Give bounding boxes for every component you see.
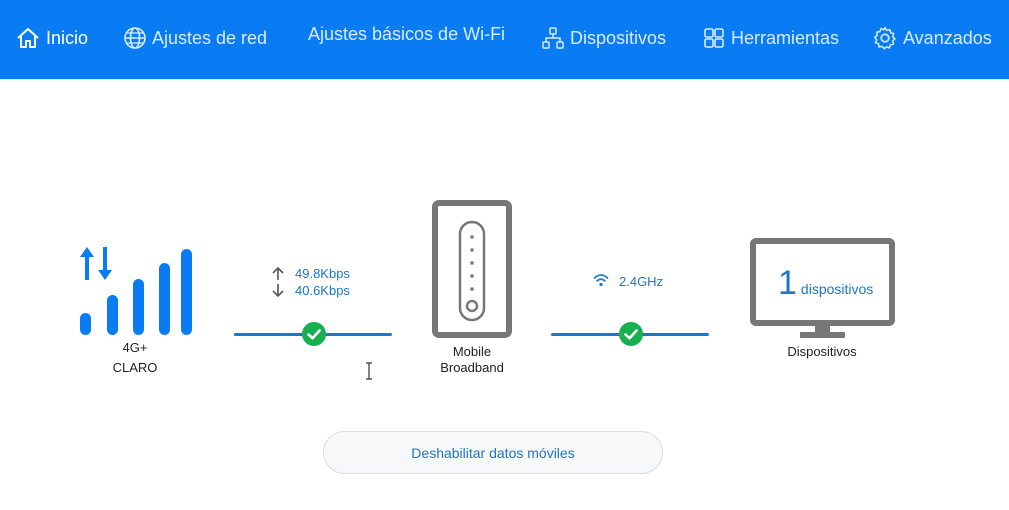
network-topology-icon (542, 27, 564, 49)
nav-wifi-basico-label: Ajustes básicos de Wi-Fi (308, 23, 506, 44)
devices-label: Dispositivos (787, 344, 857, 359)
nav-inicio-label: Inicio (46, 27, 89, 48)
arrow-up-icon (272, 267, 284, 280)
router-icon (432, 200, 512, 338)
wan-status-check (302, 322, 326, 346)
nav-avanzados[interactable]: Avanzados (872, 22, 992, 54)
router-label-line1: Mobile (452, 344, 492, 359)
wifi-band: 2.4GHz (619, 274, 664, 289)
nav-ajustes-red[interactable]: Ajustes de red (123, 22, 267, 54)
top-nav-bar: Inicio Ajustes de red Ajustes básicos de… (0, 0, 1009, 80)
network-type-label: 4G+ (122, 340, 148, 355)
globe-icon (124, 27, 146, 49)
arrow-down-icon (272, 284, 284, 297)
devices-count-unit: dispositivos (800, 281, 874, 297)
check-icon (624, 329, 638, 340)
home-icon (17, 28, 39, 48)
disable-mobile-data-button[interactable]: Deshabilitar datos móviles (323, 431, 663, 474)
nav-wifi-basico[interactable]: Ajustes básicos de Wi-Fi (308, 18, 505, 50)
devices-count: 1 (778, 264, 797, 302)
nav-inicio[interactable]: Inicio (15, 22, 88, 54)
wifi-icon (593, 274, 609, 287)
check-icon (307, 329, 321, 340)
nav-herramientas-label: Herramientas (731, 27, 840, 48)
nav-dispositivos-label: Dispositivos (570, 27, 667, 48)
signal-strength-icon (80, 247, 192, 335)
carrier-label: CLARO (112, 360, 158, 375)
wifi-status-check (619, 322, 643, 346)
upload-rate: 49.8Kbps (295, 266, 350, 281)
text-cursor-icon (366, 362, 372, 380)
gear-icon (873, 26, 896, 50)
nav-ajustes-red-label: Ajustes de red (152, 27, 268, 48)
grid-apps-icon (704, 28, 724, 48)
devices-count-display: 1 dispositivos (778, 264, 873, 303)
download-rate: 40.6Kbps (295, 283, 350, 298)
nav-herramientas[interactable]: Herramientas (702, 22, 839, 54)
router-label-line2: Broadband (440, 360, 504, 375)
devices-monitor[interactable]: 1 dispositivos (750, 238, 895, 338)
nav-dispositivos[interactable]: Dispositivos (541, 22, 666, 54)
nav-avanzados-label: Avanzados (903, 27, 992, 48)
